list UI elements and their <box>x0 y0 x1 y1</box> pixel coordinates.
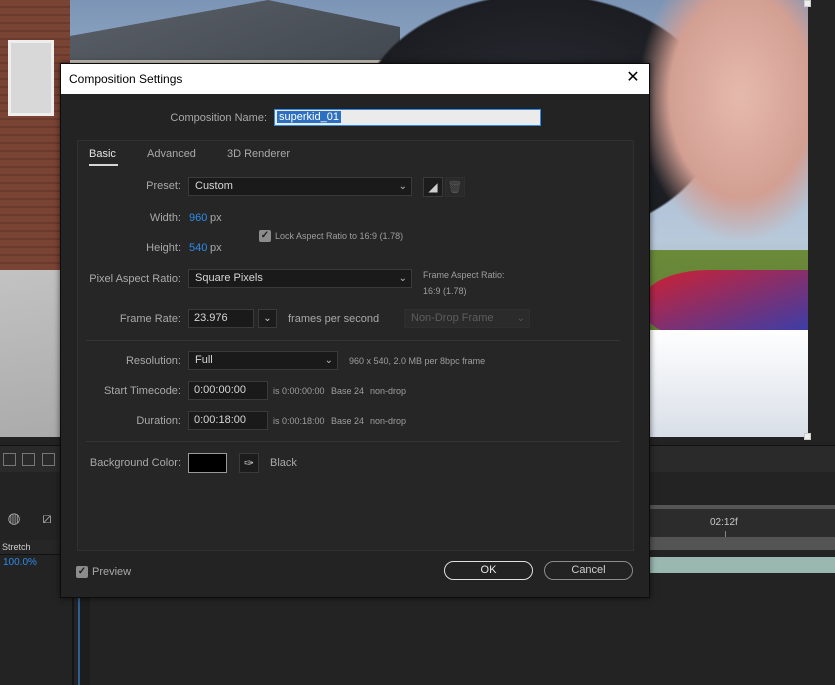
tab-3d-renderer[interactable]: 3D Renderer <box>227 148 290 160</box>
background-color-name: Black <box>270 457 297 469</box>
grid-icon[interactable] <box>42 453 55 466</box>
duration-is: is 0:00:18:00 <box>273 416 325 426</box>
tab-basic[interactable]: Basic <box>89 148 116 160</box>
preset-label: Preset: <box>146 180 181 192</box>
duration-base: Base 24 <box>331 416 365 426</box>
tab-advanced[interactable]: Advanced <box>147 148 196 160</box>
start-timecode-base: Base 24 <box>331 386 365 396</box>
toggle-icon[interactable] <box>3 453 16 466</box>
delete-preset-icon: 🗑 <box>445 177 465 197</box>
duration-input[interactable]: 0:00:18:00 <box>188 411 268 430</box>
duration-mode: non-drop <box>370 416 407 426</box>
dialog-title: Composition Settings <box>69 72 183 86</box>
layer-handle-bottom-right[interactable] <box>804 433 811 440</box>
height-unit: px <box>210 242 222 254</box>
background-color-swatch[interactable] <box>188 453 227 473</box>
lock-aspect-label: Lock Aspect Ratio to 16:9 (1.78) <box>275 231 404 241</box>
composition-settings-dialog: Composition Settings ✕ Composition Name:… <box>60 63 650 598</box>
pixel-aspect-dropdown[interactable]: Square Pixels ⌄ <box>188 269 412 288</box>
drop-frame-dropdown: Non-Drop Frame ⌄ <box>404 309 530 328</box>
viewer-subject-hand <box>640 0 808 240</box>
save-preset-icon[interactable]: ◢ <box>423 177 443 197</box>
chevron-down-icon: ⌄ <box>324 355 333 366</box>
section-divider <box>86 340 620 341</box>
frame-aspect-label: Frame Aspect Ratio: <box>423 270 505 280</box>
frame-rate-label: Frame Rate: <box>119 313 181 325</box>
start-timecode-input[interactable]: 0:00:00:00 <box>188 381 268 400</box>
background-color-label: Background Color: <box>89 457 181 469</box>
frame-rate-value: 23.976 <box>194 312 228 324</box>
frame-rate-input[interactable]: 23.976 <box>188 309 254 328</box>
layer-track[interactable] <box>648 537 835 550</box>
resolution-dropdown[interactable]: Full ⌄ <box>188 351 338 370</box>
composition-name-value: superkid_01 <box>277 111 341 123</box>
motion-blur-icon[interactable]: ◍ <box>5 510 23 528</box>
snapshot-icon[interactable] <box>22 453 35 466</box>
layer-handle-top-right[interactable] <box>804 0 811 7</box>
settings-panel <box>77 140 634 551</box>
frame-rate-dropdown[interactable]: ⌄ <box>258 309 277 328</box>
duration-value: 0:00:18:00 <box>194 414 246 426</box>
resolution-label: Resolution: <box>125 355 181 367</box>
close-icon[interactable]: ✕ <box>625 69 641 87</box>
chevron-down-icon: ⌄ <box>398 273 407 284</box>
composition-name-label: Composition Name: <box>170 112 267 124</box>
lock-aspect-checkbox[interactable]: ✓ <box>259 230 271 242</box>
resolution-value: Full <box>195 354 213 366</box>
start-timecode-mode: non-drop <box>370 386 407 396</box>
ok-button[interactable]: OK <box>444 561 533 580</box>
drop-frame-value: Non-Drop Frame <box>411 312 494 324</box>
width-label: Width: <box>149 212 181 224</box>
timeline-scroll-area[interactable] <box>78 595 90 685</box>
start-timecode-is: is 0:00:00:00 <box>273 386 325 396</box>
preview-label: Preview <box>92 566 132 578</box>
chevron-down-icon: ⌄ <box>398 181 407 192</box>
pixel-aspect-value: Square Pixels <box>195 272 263 284</box>
frame-rate-unit: frames per second <box>288 313 380 325</box>
preset-value: Custom <box>195 180 233 192</box>
preview-checkbox[interactable]: ✓ <box>76 566 88 578</box>
height-label: Height: <box>146 242 181 254</box>
preset-dropdown[interactable]: Custom ⌄ <box>188 177 412 196</box>
active-tab-indicator <box>89 164 118 166</box>
layer-clip-bar[interactable] <box>648 557 835 573</box>
frame-aspect-value: 16:9 (1.78) <box>423 286 467 296</box>
pixel-aspect-label: Pixel Aspect Ratio: <box>89 273 181 285</box>
work-area-bar[interactable] <box>648 505 835 509</box>
width-value[interactable]: 960 <box>189 212 207 224</box>
time-marker-label: 02:12f <box>710 517 738 528</box>
eyedropper-icon[interactable]: ✑ <box>239 453 259 473</box>
cancel-button[interactable]: Cancel <box>544 561 633 580</box>
viewer-subject-shirt <box>645 330 808 437</box>
viewer-house-window <box>8 40 54 116</box>
chevron-down-icon: ⌄ <box>516 313 525 324</box>
dialog-titlebar[interactable]: Composition Settings ✕ <box>61 64 649 94</box>
graph-editor-icon[interactable]: ⧄ <box>38 510 56 528</box>
section-divider <box>86 441 620 442</box>
start-timecode-value: 0:00:00:00 <box>194 384 246 396</box>
duration-label: Duration: <box>136 415 181 427</box>
height-value[interactable]: 540 <box>189 242 207 254</box>
resolution-info: 960 x 540, 2.0 MB per 8bpc frame <box>349 356 486 366</box>
composition-name-input[interactable]: superkid_01 <box>274 109 541 126</box>
time-ruler[interactable]: 02:12f <box>648 505 835 539</box>
width-unit: px <box>210 212 222 224</box>
start-timecode-label: Start Timecode: <box>103 385 181 397</box>
